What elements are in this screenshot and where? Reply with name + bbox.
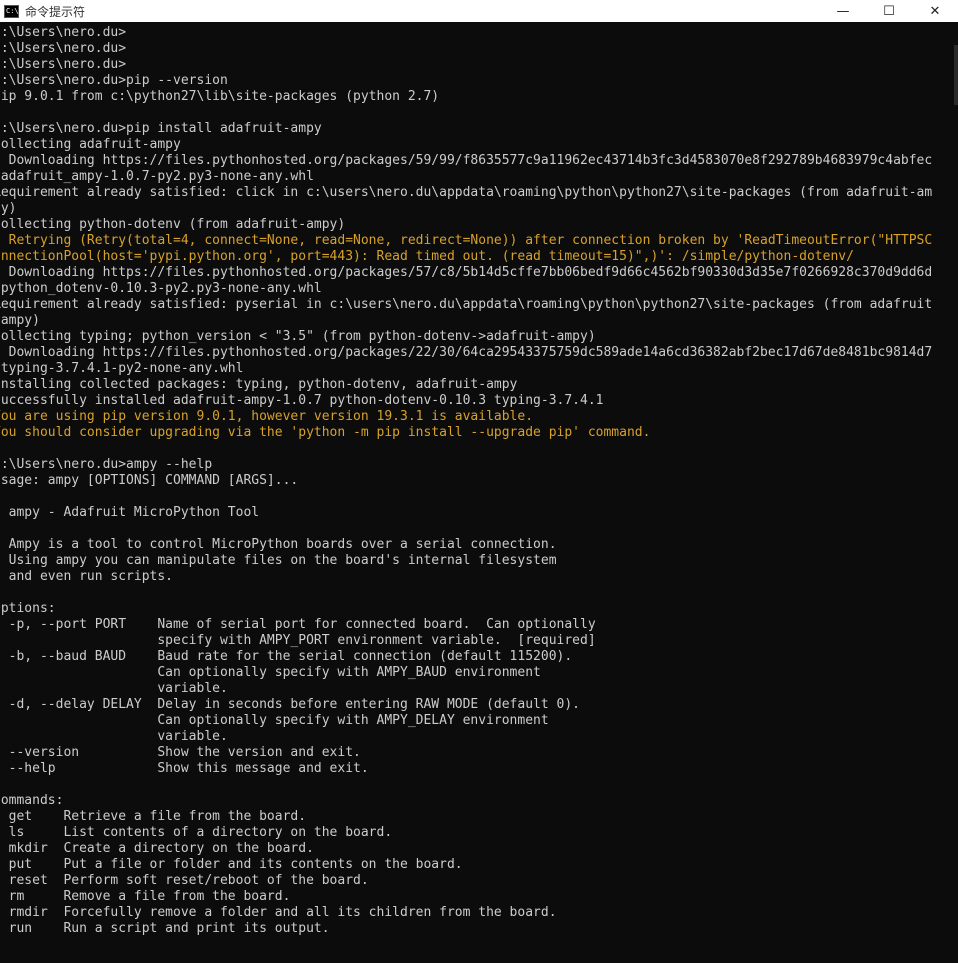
console-line: Usage: ampy [OPTIONS] COMMAND [ARGS]...: [0, 473, 299, 488]
console-line: You are using pip version 9.0.1, however…: [0, 409, 534, 424]
console-line: Downloading https://files.pythonhosted.o…: [0, 345, 933, 360]
title-bar[interactable]: C:\ 命令提示符 — ☐ ✕: [0, 0, 958, 22]
console-line: Using ampy you can manipulate files on t…: [0, 553, 557, 568]
minimize-icon: —: [836, 3, 850, 19]
console-line: C:\Users\nero.du>ampy --help: [0, 457, 213, 472]
vertical-scrollbar[interactable]: [952, 25, 958, 963]
console-line: Downloading https://files.pythonhosted.o…: [0, 265, 933, 280]
console-line: mkdir Create a directory on the board.: [0, 841, 314, 856]
console-line: ls List contents of a directory on the b…: [0, 825, 393, 840]
console-line: Can optionally specify with AMPY_DELAY e…: [0, 713, 549, 728]
console-line: Can optionally specify with AMPY_BAUD en…: [0, 665, 541, 680]
console-line: C:\Users\nero.du>: [0, 57, 127, 72]
console-line: /python_dotenv-0.10.3-py2.py3-none-any.w…: [0, 281, 322, 296]
console-line: Retrying (Retry(total=4, connect=None, r…: [0, 233, 933, 248]
console-line: C:\Users\nero.du>pip install adafruit-am…: [0, 121, 322, 136]
console-line: You should consider upgrading via the 'p…: [0, 425, 651, 440]
console-line: -ampy): [0, 313, 40, 328]
console-line: run Run a script and print its output.: [0, 921, 330, 936]
console-line: variable.: [0, 729, 228, 744]
console-line: specify with AMPY_PORT environment varia…: [0, 633, 596, 648]
console-line: C:\Users\nero.du>: [0, 25, 127, 40]
console-line: --version Show the version and exit.: [0, 745, 361, 760]
console-line: Ampy is a tool to control MicroPython bo…: [0, 537, 557, 552]
console-line: Requirement already satisfied: pyserial …: [0, 297, 933, 312]
scrollbar-thumb[interactable]: [954, 45, 958, 105]
maximize-button[interactable]: ☐: [866, 0, 912, 22]
console-line: Installing collected packages: typing, p…: [0, 377, 518, 392]
console-line: put Put a file or folder and its content…: [0, 857, 463, 872]
console-line: Collecting python-dotenv (from adafruit-…: [0, 217, 346, 232]
console-line: C:\Users\nero.du>pip --version: [0, 73, 228, 88]
console-line: -d, --delay DELAY Delay in seconds befor…: [0, 697, 580, 712]
console-line: Successfully installed adafruit-ampy-1.0…: [0, 393, 604, 408]
console-line: and even run scripts.: [0, 569, 174, 584]
console-line: ampy - Adafruit MicroPython Tool: [0, 505, 260, 520]
console-line: --help Show this message and exit.: [0, 761, 369, 776]
console-line: -p, --port PORT Name of serial port for …: [0, 617, 596, 632]
window-title: 命令提示符: [25, 4, 86, 19]
console-output[interactable]: C:\Users\nero.du> C:\Users\nero.du> C:\Use…: [0, 25, 952, 963]
console-line: pip 9.0.1 from c:\python27\lib\site-pack…: [0, 89, 440, 104]
console-line: onnectionPool(host='pypi.python.org', po…: [0, 249, 854, 264]
console-line: variable.: [0, 681, 228, 696]
console-line: Requirement already satisfied: click in …: [0, 185, 933, 200]
console-line: /adafruit_ampy-1.0.7-py2.py3-none-any.wh…: [0, 169, 314, 184]
close-icon: ✕: [929, 3, 941, 19]
console-line: get Retrieve a file from the board.: [0, 809, 307, 824]
console-line: reset Perform soft reset/reboot of the b…: [0, 873, 369, 888]
console-line: Collecting typing; python_version < "3.5…: [0, 329, 596, 344]
console-line: /typing-3.7.4.1-py2-none-any.whl: [0, 361, 244, 376]
maximize-icon: ☐: [883, 3, 895, 19]
cmd-app-icon: C:\: [4, 4, 19, 18]
console-line: py): [0, 201, 17, 216]
console-line: Options:: [0, 601, 56, 616]
console-line: Commands:: [0, 793, 64, 808]
close-button[interactable]: ✕: [912, 0, 958, 22]
console-line: Downloading https://files.pythonhosted.o…: [0, 153, 933, 168]
console-line: rm Remove a file from the board.: [0, 889, 291, 904]
console-line: rmdir Forcefully remove a folder and all…: [0, 905, 557, 920]
console-line: Collecting adafruit-ampy: [0, 137, 181, 152]
minimize-button[interactable]: —: [820, 0, 866, 22]
console-line: -b, --baud BAUD Baud rate for the serial…: [0, 649, 573, 664]
console-line: C:\Users\nero.du>: [0, 41, 127, 56]
window-controls: — ☐ ✕: [820, 0, 958, 22]
